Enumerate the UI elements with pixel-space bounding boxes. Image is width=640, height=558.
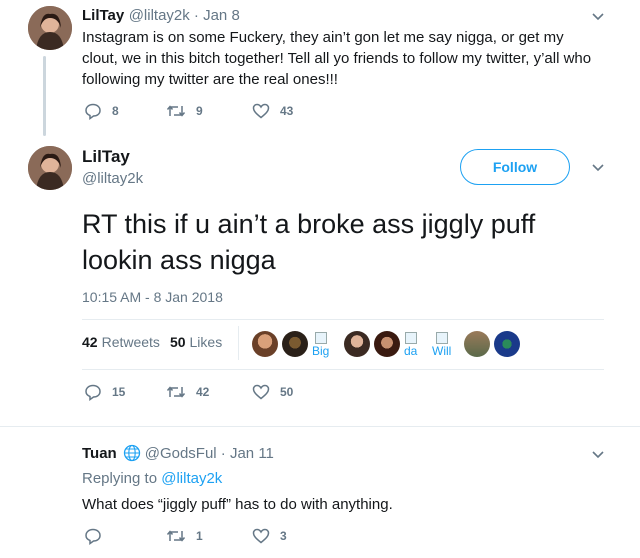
replying-to: Replying to @liltay2k — [82, 470, 222, 487]
reply-icon — [85, 103, 101, 120]
like-count: 3 — [280, 529, 287, 543]
replying-to-label: Replying to — [82, 470, 158, 487]
retweet-icon — [166, 530, 186, 542]
broken-image-icon — [404, 332, 417, 344]
retweet-stat-count: 42 — [82, 334, 98, 350]
tweet-text: RT this if u ain’t a broke ass jiggly pu… — [82, 206, 535, 278]
retweet-icon — [166, 105, 186, 117]
divider — [0, 426, 640, 427]
liker-avatar[interactable] — [464, 331, 490, 357]
retweet-count: 1 — [196, 529, 203, 543]
like-stat-label: Likes — [189, 334, 223, 350]
tweet-text-line: lookin ass nigga — [82, 245, 276, 275]
like-button[interactable]: 43 — [252, 102, 293, 120]
divider — [82, 369, 604, 370]
reply-text: What does “jiggly puff” has to do with a… — [82, 496, 393, 513]
reply-button[interactable]: 15 — [84, 383, 125, 401]
tweet-text: Instagram is on some Fuckery, they ain’t… — [82, 29, 592, 88]
liker-avatar[interactable] — [344, 331, 370, 357]
like-stat-count: 50 — [169, 334, 186, 350]
liker-avatar[interactable] — [252, 331, 278, 357]
reply-button[interactable] — [84, 527, 112, 545]
tweet-text-line: RT this if u ain’t a broke ass jiggly pu… — [82, 209, 536, 239]
handle-date[interactable]: @GodsFul · Jan 11 — [145, 445, 274, 462]
follow-button[interactable]: Follow — [460, 149, 570, 185]
divider — [82, 319, 604, 320]
liker-avatar-broken[interactable]: Big — [312, 332, 329, 357]
liker-avatar-broken[interactable]: da — [404, 332, 417, 357]
like-stat[interactable]: 50 Likes — [170, 334, 222, 350]
heart-icon — [252, 384, 270, 400]
heart-icon — [252, 528, 270, 544]
globe-icon — [123, 444, 140, 462]
liker-avatars: Big da Will — [252, 331, 532, 363]
chevron-down-icon[interactable] — [590, 446, 606, 462]
replying-to-link[interactable]: @liltay2k — [161, 470, 222, 487]
retweet-button[interactable]: 42 — [166, 383, 209, 401]
handle-date[interactable]: @liltay2k · Jan 8 — [129, 7, 240, 24]
retweet-icon — [166, 386, 186, 398]
reply-icon — [85, 528, 101, 545]
display-name[interactable]: LilTay — [82, 7, 124, 24]
liker-avatar-broken[interactable]: Will — [432, 332, 451, 357]
like-count: 43 — [280, 104, 294, 118]
heart-icon — [252, 103, 270, 119]
display-name: LilTay — [82, 147, 130, 166]
retweet-stat[interactable]: 42 Retweets — [82, 334, 160, 350]
broken-image-icon — [435, 332, 448, 344]
chevron-down-icon[interactable] — [590, 8, 606, 24]
reply-icon — [85, 384, 101, 401]
like-button[interactable]: 50 — [252, 383, 293, 401]
liker-name: da — [404, 344, 418, 358]
display-name[interactable]: Tuan — [82, 445, 117, 462]
reply-header: Tuan @GodsFul · Jan 11 — [82, 444, 274, 462]
retweet-button[interactable]: 1 — [166, 527, 203, 545]
tweet-author[interactable]: LilTay @liltay2k — [82, 147, 143, 187]
liker-avatar[interactable] — [494, 331, 520, 357]
stats-separator — [238, 326, 239, 360]
like-count: 50 — [280, 385, 294, 399]
reply-count: 8 — [112, 104, 119, 118]
retweet-stat-label: Retweets — [101, 334, 160, 350]
thread-line — [43, 56, 46, 136]
retweet-button[interactable]: 9 — [166, 102, 203, 120]
avatar[interactable] — [28, 146, 72, 190]
avatar[interactable] — [28, 6, 72, 50]
timestamp[interactable]: 10:15 AM - 8 Jan 2018 — [82, 289, 223, 305]
engagement-stats: 42 Retweets 50 Likes — [82, 334, 222, 350]
chevron-down-icon[interactable] — [590, 159, 606, 175]
reply-count: 15 — [112, 385, 126, 399]
like-button[interactable]: 3 — [252, 527, 287, 545]
broken-image-icon — [314, 332, 327, 344]
liker-avatar[interactable] — [374, 331, 400, 357]
handle: @liltay2k — [82, 170, 144, 187]
liker-avatar[interactable] — [282, 331, 308, 357]
retweet-count: 42 — [196, 385, 210, 399]
liker-name: Big — [312, 344, 330, 358]
tweet-header: LilTay @liltay2k · Jan 8 — [82, 7, 240, 25]
retweet-count: 9 — [196, 104, 203, 118]
reply-button[interactable]: 8 — [84, 102, 119, 120]
liker-name: Will — [432, 344, 452, 358]
